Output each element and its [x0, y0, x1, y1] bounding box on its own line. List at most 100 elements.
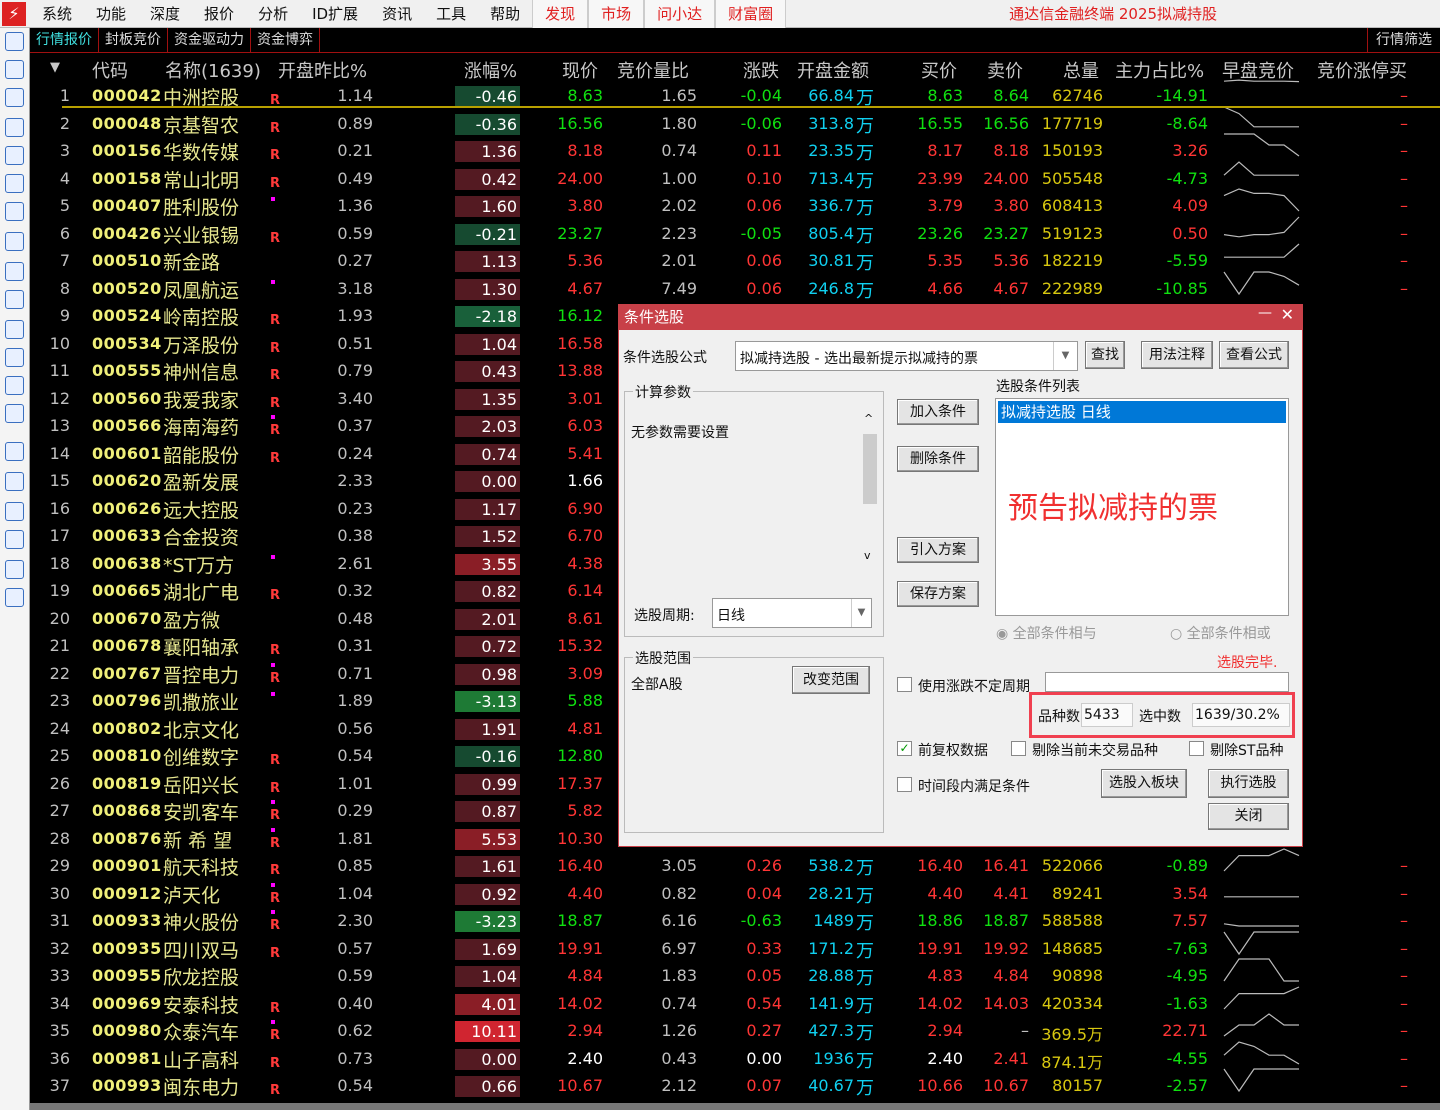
- radio-or[interactable]: ○ 全部条件相或: [1170, 623, 1271, 643]
- change-scope-button[interactable]: 改变范围: [792, 666, 870, 694]
- save-plan-button[interactable]: 保存方案: [897, 581, 979, 607]
- stock-code: 000665: [92, 581, 162, 600]
- tab-item[interactable]: 资金博弈: [251, 28, 320, 52]
- menu-item[interactable]: 帮助: [478, 3, 532, 24]
- tab-item[interactable]: 封板竞价: [99, 28, 168, 52]
- board-icon[interactable]: [5, 290, 24, 309]
- menu-item[interactable]: 系统: [30, 3, 84, 24]
- column-header[interactable]: 开盘昨比%: [278, 57, 367, 83]
- column-header[interactable]: 竞价涨停买: [1317, 57, 1407, 83]
- selected-row-underline: [62, 106, 1440, 108]
- scatter-icon[interactable]: [5, 502, 24, 521]
- auction-sparkline: [1224, 243, 1300, 258]
- open-amount: 28.21: [808, 883, 854, 903]
- sparkline-path: [1223, 270, 1300, 295]
- market-filter-button[interactable]: 行情筛选: [1367, 28, 1440, 53]
- limit-up-buy: –: [1400, 883, 1408, 903]
- notes-icon[interactable]: [5, 320, 24, 339]
- params-scrollbar[interactable]: ^ v: [861, 412, 879, 562]
- printer-icon[interactable]: [5, 560, 24, 579]
- export-icon[interactable]: [5, 530, 24, 549]
- table-row[interactable]: 8 000520 凤凰航运 3.18 1.30 4.67 7.49 0.06 246.8 万 4.6…: [30, 270, 1440, 303]
- chevron-down-icon[interactable]: ▼: [1053, 342, 1077, 370]
- price: 16.56: [557, 113, 603, 133]
- total-volume: 522066: [1041, 856, 1103, 875]
- open-ratio: 1.01: [337, 773, 373, 793]
- report-icon[interactable]: [5, 232, 24, 251]
- menu-right-item[interactable]: 市场: [588, 0, 645, 28]
- column-header[interactable]: 竞价量比: [617, 57, 689, 83]
- sort-icon[interactable]: [5, 472, 24, 491]
- formula-select[interactable]: 拟减持选股 - 选出最新提示拟减持的票 ▼: [735, 341, 1078, 371]
- main-force-pct: -7.63: [1166, 938, 1208, 958]
- close-icon[interactable]: ✕: [1281, 305, 1294, 324]
- close-button[interactable]: 关闭: [1208, 803, 1289, 830]
- condition-list-item[interactable]: 拟减持选股 日线: [998, 401, 1286, 423]
- find-button[interactable]: 查找: [1085, 341, 1125, 369]
- column-header[interactable]: 卖价: [987, 57, 1023, 83]
- volume-ratio: 2.02: [661, 196, 697, 215]
- column-header[interactable]: 涨跌: [743, 57, 779, 83]
- line-chart-icon[interactable]: [5, 174, 24, 193]
- column-header[interactable]: 代码: [92, 57, 128, 83]
- menu-right-item[interactable]: 问小达: [644, 0, 716, 28]
- menu-item[interactable]: 功能: [84, 3, 138, 24]
- change-pct: 0.42: [455, 168, 520, 190]
- period-input[interactable]: [1045, 672, 1289, 692]
- menu-item[interactable]: ID扩展: [300, 3, 370, 24]
- column-header[interactable]: 主力占比%: [1115, 57, 1204, 83]
- f10-icon[interactable]: [5, 262, 24, 281]
- add-to-block-button[interactable]: 选股入板块: [1101, 769, 1187, 798]
- period-select[interactable]: 日线 ▼: [712, 598, 872, 628]
- execute-selection-button[interactable]: 执行选股: [1208, 769, 1289, 798]
- tab-item[interactable]: 资金驱动力: [168, 28, 251, 52]
- up-arrow-icon[interactable]: [5, 60, 24, 79]
- column-header[interactable]: 总量: [1063, 57, 1099, 83]
- column-header[interactable]: 现价: [562, 57, 598, 83]
- menu-right-item[interactable]: 发现: [532, 0, 589, 28]
- back-arrow-icon[interactable]: [5, 32, 24, 51]
- f12-icon[interactable]: [5, 348, 24, 367]
- minimize-icon[interactable]: —: [1258, 305, 1272, 321]
- folder-icon[interactable]: [5, 442, 24, 461]
- quote-list-icon[interactable]: [5, 118, 24, 137]
- formula-icon[interactable]: [5, 376, 24, 395]
- menu-item[interactable]: 分析: [246, 3, 300, 24]
- menu-item[interactable]: 资讯: [370, 3, 424, 24]
- grid-icon[interactable]: [5, 146, 24, 165]
- sparkline-path: [1223, 1013, 1299, 1037]
- column-header[interactable]: 名称(1639): [165, 57, 261, 83]
- forward-adjust-checkbox[interactable]: ✓: [897, 741, 912, 756]
- table-row[interactable]: 37 000993 闽东电力 R 0.54 0.66 10.67 2.12 0.07 40.67 万…: [30, 1068, 1440, 1100]
- sort-chevron-icon[interactable]: ▼: [50, 60, 60, 75]
- price: 6.90: [567, 498, 603, 518]
- row-index: 29: [49, 856, 70, 875]
- column-header[interactable]: 涨幅%: [464, 57, 517, 83]
- column-header[interactable]: 买价: [921, 57, 957, 83]
- stock-code: 000620: [92, 471, 162, 490]
- circle-icon[interactable]: [5, 404, 24, 423]
- menu-item[interactable]: 深度: [138, 3, 192, 24]
- radio-and[interactable]: ◉ 全部条件相与: [996, 623, 1097, 643]
- add-condition-button[interactable]: 加入条件: [897, 399, 979, 425]
- chevron-down-icon[interactable]: ▼: [851, 599, 871, 627]
- menu-item[interactable]: 工具: [424, 3, 478, 24]
- menu-item[interactable]: 报价: [192, 3, 246, 24]
- usage-notes-button[interactable]: 用法注释: [1141, 341, 1213, 369]
- total-volume: 420334: [1041, 993, 1103, 1013]
- time-range-checkbox[interactable]: [897, 777, 912, 792]
- delete-condition-button[interactable]: 删除条件: [897, 446, 979, 472]
- varying-period-checkbox[interactable]: [897, 677, 912, 692]
- exclude-st-checkbox[interactable]: [1189, 741, 1204, 756]
- open-amount: 1936: [813, 1048, 854, 1068]
- column-header[interactable]: 开盘金额: [797, 57, 869, 83]
- view-formula-button[interactable]: 查看公式: [1219, 341, 1289, 369]
- gear-icon[interactable]: [5, 588, 24, 607]
- menu-right-item[interactable]: 财富圈: [715, 0, 787, 28]
- tab-item[interactable]: 行情报价: [30, 28, 99, 52]
- exclude-untraded-checkbox[interactable]: [1011, 741, 1026, 756]
- down-arrow-icon[interactable]: [5, 88, 24, 107]
- import-plan-button[interactable]: 引入方案: [897, 537, 979, 563]
- open-ratio: 0.79: [337, 361, 373, 380]
- kline-icon[interactable]: [5, 202, 24, 221]
